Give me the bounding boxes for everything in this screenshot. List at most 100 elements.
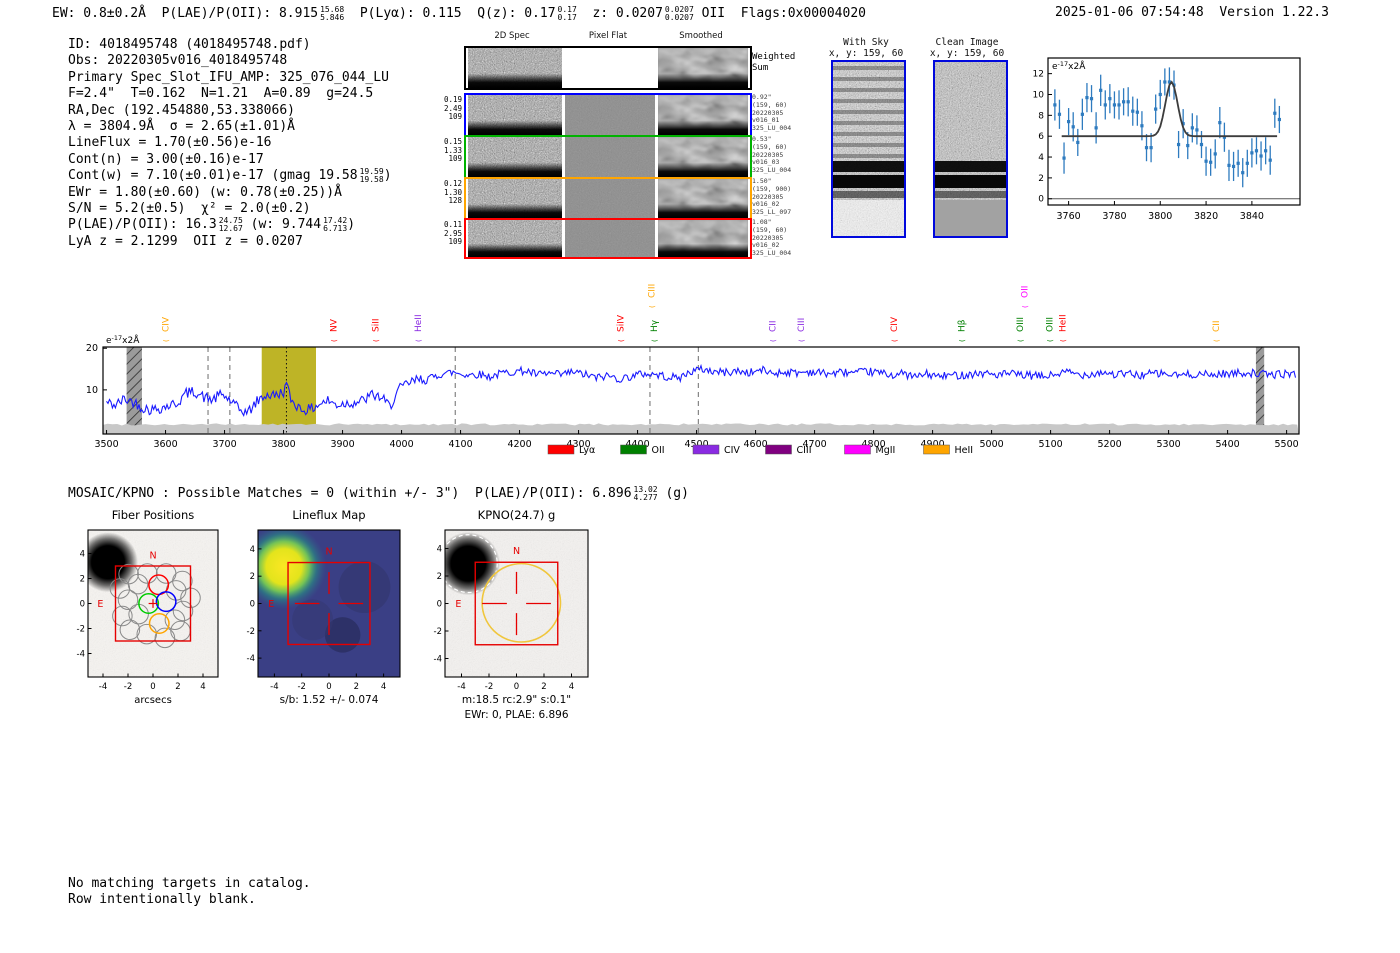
svg-text:3820: 3820 <box>1194 211 1218 222</box>
text-segment: ) <box>383 168 392 184</box>
svg-text:4600: 4600 <box>743 439 767 450</box>
line-label-bracket: ( <box>959 339 967 342</box>
meta-line: 0.53" <box>752 135 772 143</box>
stacked-uncertainty: 15.68 5.846 <box>320 4 345 22</box>
text-segment: RA,Dec (192.454880,53.338066) <box>68 102 295 118</box>
info-line: P(LAE)/P(OII): 16.3 24.75 12.67 (w: 9.744 1… <box>68 217 392 233</box>
svg-text:4: 4 <box>250 545 255 555</box>
kpno-g-panel: KPNO(24.7) gNE-4-4-2-2002244m:18.5 rc:2.… <box>434 508 589 721</box>
meta-line: 1.08" <box>752 218 772 226</box>
svg-text:-4: -4 <box>457 682 465 692</box>
line-label-bracket: ( <box>651 339 659 342</box>
panel-image-area: NE <box>258 530 400 677</box>
emission-line-labels: (CIV (NV (SiII (HeII (SiIV (CIII (Hγ (CII (CIII (… <box>162 284 1222 342</box>
info-line: Cont(n) = 3.00(±0.16)e-17 <box>68 152 392 168</box>
meta-line: 20220305 <box>752 192 784 201</box>
left-value: 109 <box>448 112 462 121</box>
svg-text:4000: 4000 <box>389 439 413 450</box>
legend-label-CIII: CIII <box>797 445 812 456</box>
trace-dark-band <box>658 179 748 218</box>
spec2d-cell-raw <box>468 137 562 177</box>
meta-line: v016_02 <box>752 200 780 209</box>
flux-units-annotation: e-17x2Å <box>1052 60 1086 72</box>
spec2d-row <box>464 218 752 259</box>
svg-text:-2: -2 <box>77 625 85 635</box>
line-label-Hγ: Hγ <box>650 319 660 332</box>
line-label-bracket: ( <box>617 339 625 342</box>
sky-haze <box>833 62 904 162</box>
trace-dark-band <box>658 137 748 177</box>
meta-line: (159, 60) <box>752 142 788 151</box>
meta-line: (159, 60) <box>752 100 788 109</box>
meta-line: (159, 900) <box>752 184 792 193</box>
line-label-OIII: OIII <box>1045 317 1055 332</box>
panel-xlabel: arcsecs <box>134 695 172 706</box>
text-segment: Primary Spec_Slot_IFU_AMP: 325_076_044_L… <box>68 69 389 85</box>
legend-label-CIV: CIV <box>724 445 740 456</box>
spec2d-cell-flat <box>565 220 655 257</box>
line-label-CII: CII <box>1212 320 1222 332</box>
errorbar-series <box>1053 67 1281 188</box>
svg-text:4200: 4200 <box>507 439 531 450</box>
bright-source-blob <box>445 532 500 596</box>
east-label: E <box>268 599 274 610</box>
svg-text:0: 0 <box>514 682 519 692</box>
svg-text:-4: -4 <box>247 654 255 664</box>
text-segment: Cont(w) = 7.10(±0.01)e-17 (gmag 19.58 <box>68 168 358 184</box>
meta-line: 1.50" <box>752 177 772 185</box>
line-label-SiII: SiII <box>372 318 382 332</box>
lineflux-map-panel: Lineflux MapNE-4-4-2-2002244s/b: 1.52 +/… <box>247 508 401 706</box>
dark-band <box>935 161 1006 172</box>
meta-line: v016_03 <box>752 158 780 167</box>
elixer-report-page: EW: 0.8±0.2Å P(LAE)/P(OII): 8.915 15.68 5.… <box>0 0 1400 953</box>
detection-info-block: ID: 4018495748 (4018495748.pdf) Obs: 2022… <box>68 37 392 250</box>
stacked-uncertainty: 17.42 6.713 <box>323 216 348 234</box>
bright-source-blob <box>88 532 138 593</box>
trace-dark-band <box>658 220 748 257</box>
stacked-uncertainty: 0.0207 0.0207 <box>664 4 694 22</box>
text-segment: P(Lyα): 0.115 Q(z): 0.17 <box>344 6 556 21</box>
spec2d-row <box>464 177 752 220</box>
dark-band <box>833 175 904 188</box>
svg-text:-2: -2 <box>124 682 132 692</box>
info-line: EWr = 1.80(±0.60) (w: 0.78(±0.25))Å <box>68 185 392 201</box>
svg-text:3900: 3900 <box>330 439 354 450</box>
spec2d-cell-smoothed <box>658 48 748 88</box>
info-line: RA,Dec (192.454880,53.338066) <box>68 103 392 119</box>
error-spectrum-band <box>103 423 1299 434</box>
svg-text:10: 10 <box>86 385 98 396</box>
svg-text:-4: -4 <box>434 655 442 665</box>
meta-line: 20220305 <box>752 233 784 242</box>
svg-text:4: 4 <box>200 682 205 692</box>
meta-line: (159, 60) <box>752 225 788 234</box>
spec2d-row <box>464 46 752 90</box>
flux-units-annotation: e-17x2Å <box>106 334 140 346</box>
east-label: E <box>455 599 461 610</box>
clean-image-subtitle: x, y: 159, 60 <box>929 48 1005 59</box>
line-label-Hβ: Hβ <box>958 319 968 332</box>
svg-text:2: 2 <box>80 575 85 585</box>
spec2d-cell-raw <box>468 48 562 88</box>
svg-text:3760: 3760 <box>1057 211 1081 222</box>
with-sky-subtitle: x, y: 159, 60 <box>828 48 904 59</box>
line-label-HeII: HeII <box>414 314 424 332</box>
spec2d-row <box>464 135 752 179</box>
clean-image-title: Clean Image x, y: 159, 60 <box>930 37 1004 59</box>
stacked-uncertainty: 19.59 19.58 <box>359 167 384 185</box>
line-fit-zoom-plot: 0 2 4 6 8 10 12 3760 3780 3800 3820 3840 e-17x2Å <box>1033 57 1301 222</box>
line-label-bracket: ( <box>1046 339 1054 342</box>
svg-text:5000: 5000 <box>979 439 1003 450</box>
trace-dark-band <box>468 95 562 135</box>
meta-line: 0.92" <box>752 93 772 101</box>
spec2d-cell-flat <box>565 179 655 218</box>
dark-band <box>935 175 1006 188</box>
info-line: LyA z = 2.1299 OII z = 0.0207 <box>68 234 392 250</box>
svg-text:2: 2 <box>541 682 546 692</box>
svg-text:4: 4 <box>569 682 574 692</box>
svg-text:-2: -2 <box>485 682 493 692</box>
text-segment: F=2.4" T=0.162 N=1.21 A=0.89 g=24.5 <box>68 86 374 102</box>
weighted-sum-line: Sum <box>752 62 769 73</box>
info-line: Primary Spec_Slot_IFU_AMP: 325_076_044_L… <box>68 70 392 86</box>
with-sky-title: With Sky x, y: 159, 60 <box>829 37 903 59</box>
trace-dark-band <box>658 95 748 135</box>
